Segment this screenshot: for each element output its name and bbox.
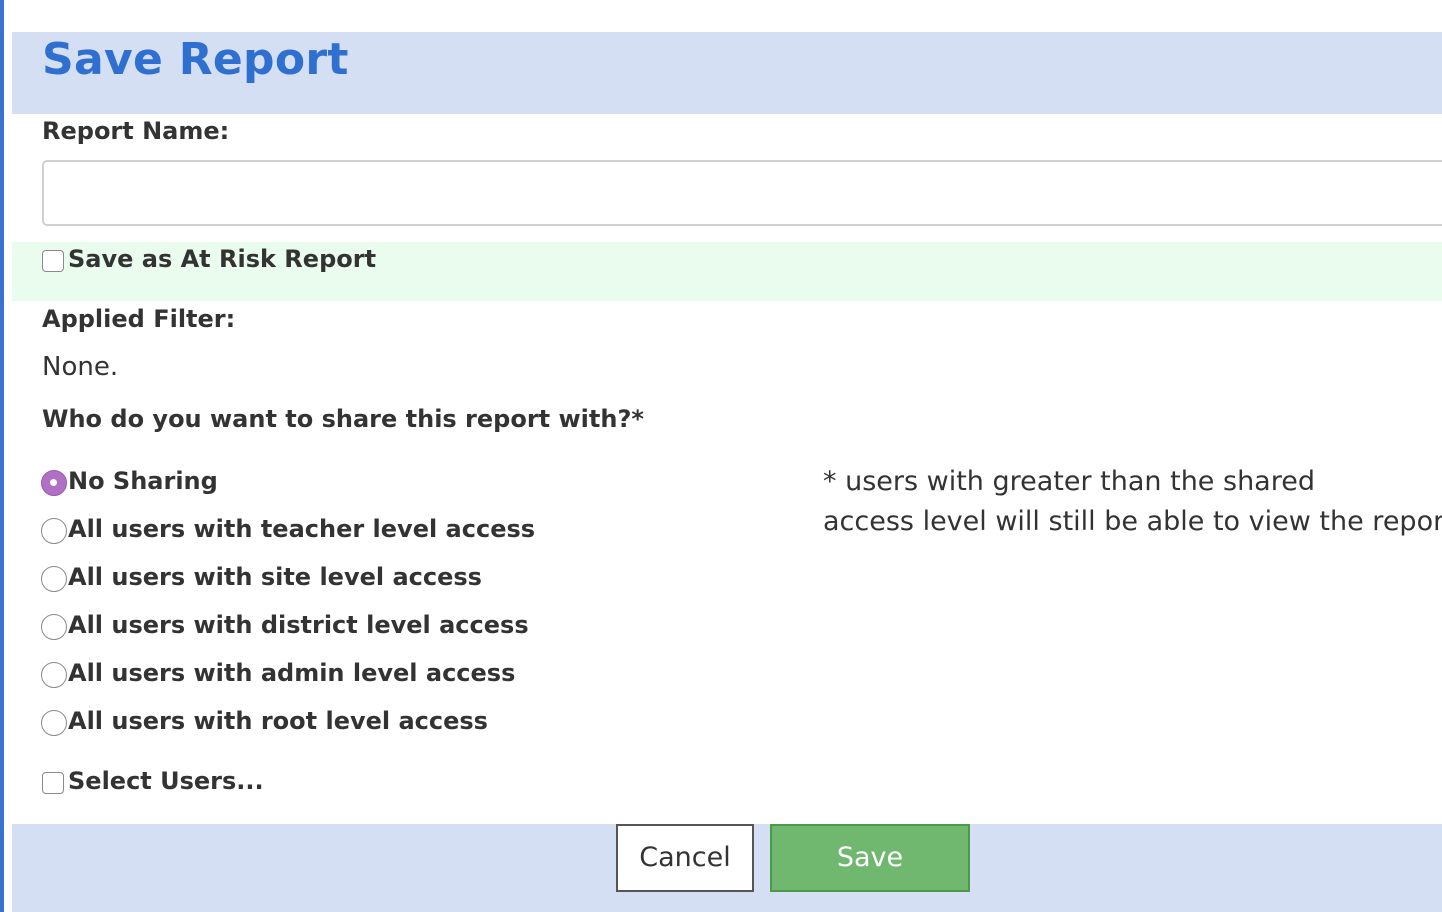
option-label-admin-access[interactable]: All users with admin level access bbox=[68, 659, 515, 687]
radio-teacher-access[interactable] bbox=[41, 518, 67, 544]
radio-root-access[interactable] bbox=[41, 710, 67, 736]
sharing-note-line-1: * users with greater than the shared bbox=[823, 466, 1315, 497]
option-label-teacher-access[interactable]: All users with teacher level access bbox=[68, 515, 535, 543]
report-name-label: Report Name: bbox=[42, 117, 230, 145]
report-name-input[interactable] bbox=[42, 160, 1442, 226]
save-button[interactable]: Save bbox=[770, 824, 970, 892]
at-risk-row: Save as At Risk Report bbox=[12, 242, 1442, 301]
option-label-root-access[interactable]: All users with root level access bbox=[68, 707, 488, 735]
sharing-question: Who do you want to share this report wit… bbox=[42, 405, 644, 433]
dialog-header: Save Report bbox=[12, 32, 1442, 114]
applied-filter-label: Applied Filter: bbox=[42, 305, 236, 333]
at-risk-label[interactable]: Save as At Risk Report bbox=[68, 245, 376, 273]
select-users-label[interactable]: Select Users... bbox=[68, 767, 264, 795]
applied-filter-value: None. bbox=[42, 352, 119, 382]
sharing-note-line-2: access level will still be able to view … bbox=[823, 506, 1442, 537]
cancel-button[interactable]: Cancel bbox=[616, 824, 754, 892]
radio-site-access[interactable] bbox=[41, 566, 67, 592]
option-label-no-sharing[interactable]: No Sharing bbox=[68, 467, 218, 495]
radio-admin-access[interactable] bbox=[41, 662, 67, 688]
radio-district-access[interactable] bbox=[41, 614, 67, 640]
option-label-district-access[interactable]: All users with district level access bbox=[68, 611, 529, 639]
radio-no-sharing[interactable] bbox=[41, 470, 67, 496]
dialog-footer: Cancel Save bbox=[12, 824, 1442, 912]
option-label-site-access[interactable]: All users with site level access bbox=[68, 563, 482, 591]
select-users-checkbox[interactable] bbox=[42, 772, 64, 794]
sharing-note: * users with greater than the shared acc… bbox=[823, 462, 1442, 542]
at-risk-checkbox[interactable] bbox=[42, 250, 64, 272]
save-report-dialog: Save Report Report Name: Save as At Risk… bbox=[12, 0, 1442, 912]
dialog-title: Save Report bbox=[42, 34, 349, 85]
left-accent-rule bbox=[0, 0, 4, 912]
